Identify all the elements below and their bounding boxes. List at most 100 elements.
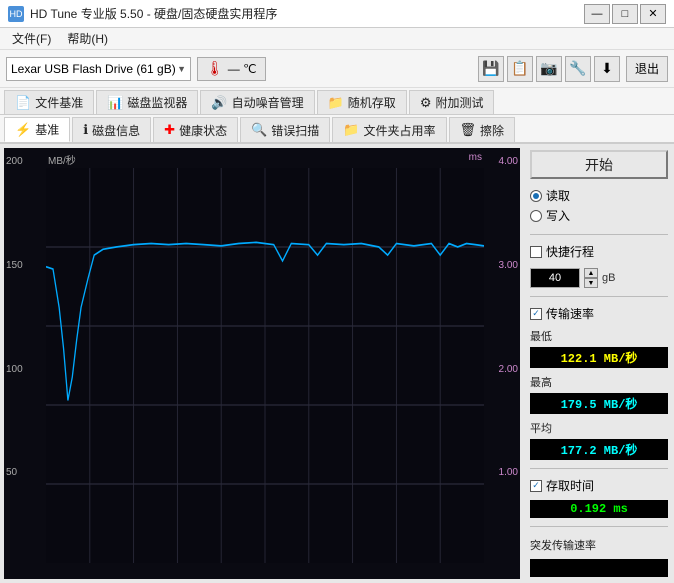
tabs-row2: ⚡ 基准 ℹ 磁盘信息 ✚ 健康状态 🔍 错误扫描 📁 文件夹占用率 🗑 擦除 <box>0 115 674 144</box>
quick-checkbox[interactable]: 快捷行程 <box>530 243 668 260</box>
access-stat: 0.192 ms <box>530 500 668 518</box>
window-title: HD Tune 专业版 5.50 - 硬盘/固态硬盘实用程序 <box>30 5 277 22</box>
max-value: 179.5 MB/秒 <box>530 393 668 414</box>
tab-benchmark[interactable]: ⚡ 基准 <box>4 117 70 142</box>
benchmark-icon: ⚡ <box>15 122 31 138</box>
divider2 <box>530 296 668 297</box>
transfer-checkbox[interactable]: ✓ 传输速率 <box>530 305 668 322</box>
quick-decrement-button[interactable]: ▼ <box>584 278 598 288</box>
clipboard-icon-button[interactable]: 📋 <box>507 56 533 82</box>
camera-icon-button[interactable]: 📷 <box>536 56 562 82</box>
avg-label: 平均 <box>530 420 668 436</box>
chart-inner <box>46 168 484 563</box>
min-label: 最低 <box>530 328 668 344</box>
toolbar: Lexar USB Flash Drive (61 gB) ▼ 🌡 — ℃ 💾 … <box>0 50 674 88</box>
minimize-button[interactable]: — <box>584 4 610 24</box>
transfer-label: 传输速率 <box>546 305 594 322</box>
avg-stat: 平均 177.2 MB/秒 <box>530 420 668 460</box>
y-right-2: 2.00 <box>486 364 518 375</box>
right-panel: 开始 读取 写入 快捷行程 ▲ ▼ gB <box>524 144 674 583</box>
tab-disk-monitor[interactable]: 📊 磁盘监视器 <box>96 90 198 114</box>
file-benchmark-icon: 📄 <box>15 95 31 111</box>
extra-tests-icon: ⚙ <box>420 95 432 111</box>
quick-increment-button[interactable]: ▲ <box>584 268 598 278</box>
tab-disk-info-label: 磁盘信息 <box>92 122 140 139</box>
tab-file-benchmark[interactable]: 📄 文件基准 <box>4 90 94 114</box>
quick-label: 快捷行程 <box>546 243 594 260</box>
device-select-group: Lexar USB Flash Drive (61 gB) ▼ <box>6 57 191 81</box>
burst-value <box>530 559 668 577</box>
read-write-radio-group: 读取 写入 <box>530 185 668 226</box>
max-label: 最高 <box>530 374 668 390</box>
tab-extra-tests-label: 附加测试 <box>435 94 483 111</box>
write-radio[interactable]: 写入 <box>530 207 668 224</box>
start-button[interactable]: 开始 <box>530 150 668 179</box>
disk-info-icon: ℹ <box>83 122 88 138</box>
menu-file[interactable]: 文件(F) <box>4 28 59 49</box>
quick-checkbox-box <box>530 246 542 258</box>
quick-value-input[interactable] <box>530 268 580 288</box>
disk-monitor-icon: 📊 <box>107 95 123 111</box>
quick-spinner-buttons: ▲ ▼ <box>584 268 598 288</box>
min-value: 122.1 MB/秒 <box>530 347 668 368</box>
quick-spinner-group: ▲ ▼ gB <box>530 268 668 288</box>
folder-usage-icon: 📁 <box>343 122 359 138</box>
chevron-down-icon: ▼ <box>177 64 186 74</box>
min-stat: 最低 122.1 MB/秒 <box>530 328 668 368</box>
tab-disk-monitor-label: 磁盘监视器 <box>127 94 187 111</box>
tab-health-label: 健康状态 <box>179 122 227 139</box>
tab-benchmark-label: 基准 <box>35 121 59 138</box>
y-right-3: 3.00 <box>486 260 518 271</box>
app-icon: HD <box>8 6 24 22</box>
tab-folder-usage[interactable]: 📁 文件夹占用率 <box>332 117 446 142</box>
temp-value: — ℃ <box>228 62 257 76</box>
error-scan-icon: 🔍 <box>251 122 267 138</box>
tab-erase[interactable]: 🗑 擦除 <box>449 117 516 142</box>
tab-error-scan-label: 错误扫描 <box>271 122 319 139</box>
y-axis-right: 4.00 3.00 2.00 1.00 <box>484 148 520 579</box>
save-icon-button[interactable]: 💾 <box>478 56 504 82</box>
menubar: 文件(F) 帮助(H) <box>0 28 674 50</box>
tab-file-benchmark-label: 文件基准 <box>35 94 83 111</box>
tab-random-access[interactable]: 📁 随机存取 <box>317 90 407 114</box>
exit-button[interactable]: 退出 <box>626 56 668 82</box>
y-right-4: 4.00 <box>486 156 518 167</box>
tab-folder-usage-label: 文件夹占用率 <box>363 122 435 139</box>
chart-area: MB/秒 ms 200 150 100 50 4.00 3.00 2.00 1.… <box>4 148 520 579</box>
tab-health[interactable]: ✚ 健康状态 <box>153 117 238 142</box>
device-name: Lexar USB Flash Drive (61 gB) <box>11 62 176 76</box>
read-radio[interactable]: 读取 <box>530 187 668 204</box>
access-value: 0.192 ms <box>530 500 668 518</box>
divider3 <box>530 468 668 469</box>
avg-value: 177.2 MB/秒 <box>530 439 668 460</box>
health-icon: ✚ <box>164 122 175 138</box>
y-axis-left-title: MB/秒 <box>48 152 76 167</box>
tab-error-scan[interactable]: 🔍 错误扫描 <box>240 117 330 142</box>
tab-extra-tests[interactable]: ⚙ 附加测试 <box>409 90 495 114</box>
device-dropdown[interactable]: Lexar USB Flash Drive (61 gB) ▼ <box>6 57 191 81</box>
tab-noise-mgmt[interactable]: 🔊 自动噪音管理 <box>200 90 314 114</box>
menu-help[interactable]: 帮助(H) <box>59 28 116 49</box>
read-radio-label: 读取 <box>546 187 570 204</box>
y-right-1: 1.00 <box>486 467 518 478</box>
titlebar: HD HD Tune 专业版 5.50 - 硬盘/固态硬盘实用程序 — □ ✕ <box>0 0 674 28</box>
write-radio-label: 写入 <box>546 207 570 224</box>
read-radio-indicator <box>530 190 542 202</box>
y-left-200: 200 <box>6 156 44 167</box>
settings-icon-button[interactable]: 🔧 <box>565 56 591 82</box>
download-icon-button[interactable]: ⬇ <box>594 56 620 82</box>
maximize-button[interactable]: □ <box>612 4 638 24</box>
noise-icon: 🔊 <box>211 95 227 111</box>
y-left-50: 50 <box>6 467 44 478</box>
toolbar-icons: 💾 📋 📷 🔧 ⬇ <box>478 56 620 82</box>
quick-unit-label: gB <box>602 272 615 284</box>
temperature-button[interactable]: 🌡 — ℃ <box>197 57 266 81</box>
close-button[interactable]: ✕ <box>640 4 666 24</box>
write-radio-indicator <box>530 210 542 222</box>
y-left-150: 150 <box>6 260 44 271</box>
access-checkbox[interactable]: ✓ 存取时间 <box>530 477 668 494</box>
y-axis-left: 200 150 100 50 <box>4 148 46 579</box>
tab-noise-label: 自动噪音管理 <box>232 94 304 111</box>
access-checkbox-box: ✓ <box>530 480 542 492</box>
tab-disk-info[interactable]: ℹ 磁盘信息 <box>72 117 151 142</box>
